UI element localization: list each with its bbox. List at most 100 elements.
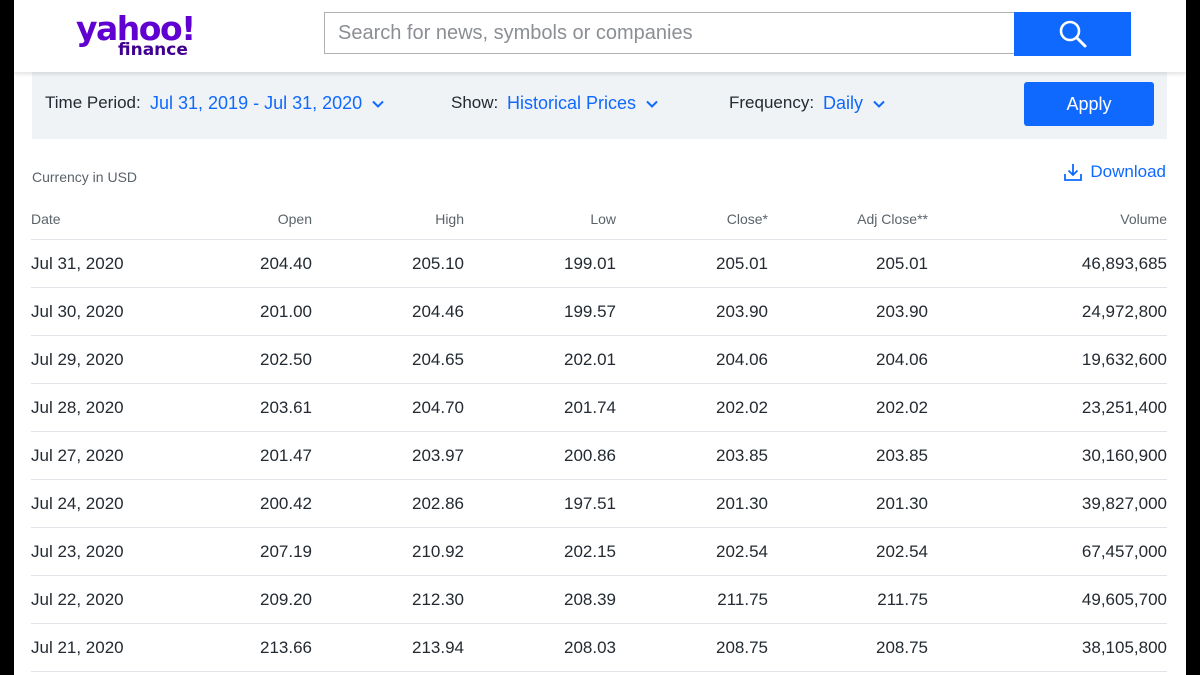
cell-adj-close: 204.06	[876, 349, 928, 369]
cell-volume: 46,893,685	[1081, 253, 1167, 273]
cell-open: 200.42	[260, 493, 312, 513]
historical-prices-table: Date Open High Low Close* Adj Close** Vo…	[31, 198, 1167, 672]
cell-close: 202.02	[716, 397, 768, 417]
cell-adj-close: 205.01	[876, 253, 928, 273]
cell-open: 207.19	[260, 541, 312, 561]
cell-low: 199.57	[564, 301, 616, 321]
search-icon	[1059, 20, 1086, 48]
currency-note: Currency in USD	[32, 169, 138, 185]
chevron-down-icon	[372, 100, 384, 108]
table-body: Jul 31, 2020 204.40 205.10 199.01 205.01 205.…	[31, 240, 1167, 672]
cell-adj-close: 202.02	[876, 397, 928, 417]
header-date: Date	[31, 210, 61, 227]
cell-open: 204.40	[260, 253, 312, 273]
cell-date: Jul 27, 2020	[31, 445, 124, 465]
frequency-dropdown[interactable]: Daily	[823, 93, 885, 114]
time-period-value: Jul 31, 2019 - Jul 31, 2020	[150, 93, 363, 113]
logo-finance-text: finance	[118, 40, 188, 60]
screen: yahoo! finance Time Period: Jul 31, 2019…	[14, 0, 1186, 675]
cell-high: 212.30	[412, 589, 464, 609]
table-row: Jul 30, 2020 201.00 204.46 199.57 203.90 203.…	[31, 288, 1167, 336]
cell-high: 213.94	[412, 637, 464, 657]
cell-volume: 67,457,000	[1081, 541, 1167, 561]
cell-close: 203.85	[716, 445, 768, 465]
cell-date: Jul 29, 2020	[31, 349, 124, 369]
cell-close: 201.30	[716, 493, 768, 513]
cell-adj-close: 203.85	[876, 445, 928, 465]
table-row: Jul 29, 2020 202.50 204.65 202.01 204.06 204.…	[31, 336, 1167, 384]
cell-close: 211.75	[717, 589, 768, 609]
download-link[interactable]: Download	[1063, 162, 1166, 182]
show-label: Show:	[451, 93, 499, 112]
yahoo-finance-logo[interactable]: yahoo! finance	[76, 10, 206, 62]
cell-volume: 19,632,600	[1081, 349, 1167, 369]
cell-low: 199.01	[564, 253, 616, 273]
time-period-dropdown[interactable]: Jul 31, 2019 - Jul 31, 2020	[150, 93, 384, 114]
table-row: Jul 31, 2020 204.40 205.10 199.01 205.01 205.…	[31, 240, 1167, 288]
cell-date: Jul 22, 2020	[31, 589, 124, 609]
download-label: Download	[1090, 162, 1166, 181]
header-low: Low	[590, 210, 616, 227]
cell-date: Jul 23, 2020	[31, 541, 124, 561]
cell-high: 204.70	[412, 397, 464, 417]
cell-date: Jul 21, 2020	[31, 637, 124, 657]
cell-date: Jul 30, 2020	[31, 301, 124, 321]
cell-date: Jul 24, 2020	[31, 493, 124, 513]
cell-adj-close: 202.54	[876, 541, 928, 561]
cell-low: 200.86	[564, 445, 616, 465]
cell-close: 204.06	[716, 349, 768, 369]
frequency-value: Daily	[823, 93, 864, 113]
cell-high: 205.10	[412, 253, 464, 273]
frequency-label: Frequency:	[729, 93, 815, 112]
cell-low: 208.39	[564, 589, 616, 609]
download-icon	[1064, 164, 1083, 181]
cell-close: 205.01	[716, 253, 768, 273]
cell-adj-close: 211.75	[877, 589, 928, 609]
cell-low: 197.51	[564, 493, 616, 513]
header: yahoo! finance	[14, 0, 1186, 72]
cell-high: 203.97	[412, 445, 464, 465]
cell-low: 202.15	[564, 541, 616, 561]
chevron-down-icon	[873, 100, 885, 108]
apply-button[interactable]: Apply	[1024, 82, 1154, 126]
cell-high: 210.92	[412, 541, 464, 561]
filter-bar: Time Period: Jul 31, 2019 - Jul 31, 2020…	[32, 72, 1167, 139]
search-input[interactable]	[324, 12, 1014, 54]
header-volume: Volume	[1120, 210, 1167, 227]
cell-low: 201.74	[564, 397, 616, 417]
cell-volume: 49,605,700	[1081, 589, 1167, 609]
cell-open: 203.61	[260, 397, 312, 417]
table-row: Jul 21, 2020 213.66 213.94 208.03 208.75 208.…	[31, 624, 1167, 672]
show-value: Historical Prices	[507, 93, 637, 113]
header-high: High	[435, 210, 464, 227]
cell-volume: 39,827,000	[1081, 493, 1167, 513]
cell-open: 201.47	[260, 445, 312, 465]
header-open: Open	[277, 210, 312, 227]
cell-open: 213.66	[260, 637, 312, 657]
cell-open: 202.50	[260, 349, 312, 369]
table-row: Jul 24, 2020 200.42 202.86 197.51 201.30 201.…	[31, 480, 1167, 528]
cell-adj-close: 203.90	[876, 301, 928, 321]
table-row: Jul 23, 2020 207.19 210.92 202.15 202.54 202.…	[31, 528, 1167, 576]
search-button[interactable]	[1014, 12, 1131, 56]
cell-high: 202.86	[412, 493, 464, 513]
table-row: Jul 28, 2020 203.61 204.70 201.74 202.02 202.…	[31, 384, 1167, 432]
table-row: Jul 22, 2020 209.20 212.30 208.39 211.75 211.…	[31, 576, 1167, 624]
header-close: Close*	[726, 210, 768, 227]
cell-low: 208.03	[564, 637, 616, 657]
cell-close: 202.54	[716, 541, 768, 561]
cell-date: Jul 31, 2020	[31, 253, 124, 273]
cell-close: 208.75	[716, 637, 768, 657]
cell-adj-close: 208.75	[876, 637, 928, 657]
cell-volume: 38,105,800	[1081, 637, 1167, 657]
table-header-row: Date Open High Low Close* Adj Close** Vo…	[31, 198, 1167, 240]
show-dropdown[interactable]: Historical Prices	[507, 93, 658, 114]
cell-date: Jul 28, 2020	[31, 397, 124, 417]
header-adj-close: Adj Close**	[857, 210, 928, 227]
chevron-down-icon	[646, 100, 658, 108]
cell-high: 204.65	[412, 349, 464, 369]
cell-high: 204.46	[412, 301, 464, 321]
cell-close: 203.90	[716, 301, 768, 321]
cell-open: 201.00	[260, 301, 312, 321]
cell-volume: 24,972,800	[1081, 301, 1167, 321]
